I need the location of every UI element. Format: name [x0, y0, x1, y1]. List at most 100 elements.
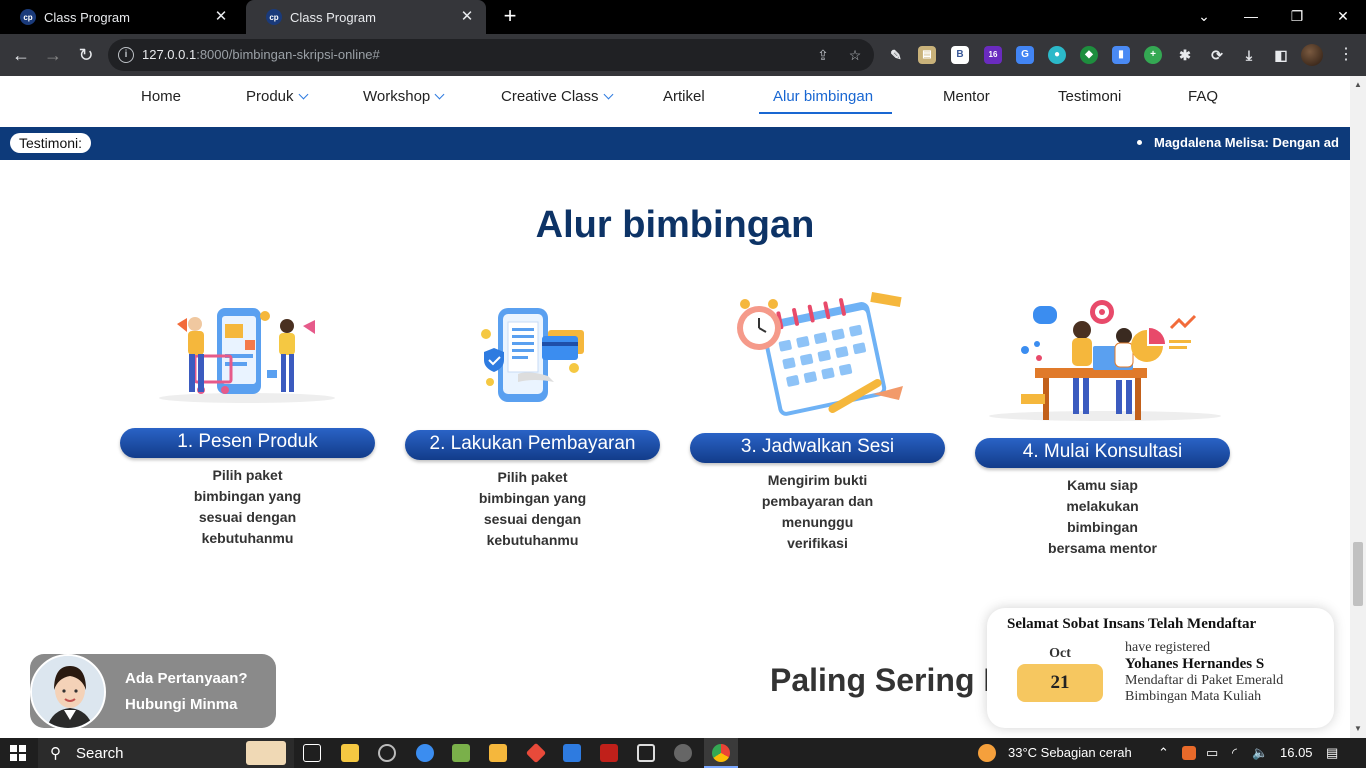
nav-label: Mentor [943, 88, 990, 105]
extensions-puzzle-icon[interactable]: ✱ [1176, 46, 1194, 64]
share-icon[interactable]: ⇪ [814, 46, 832, 64]
clock-time[interactable]: 16.05 [1280, 745, 1313, 760]
calendar-schedule-illustration-icon [737, 291, 903, 416]
nav-alur-bimbingan[interactable]: Alur bimbingan [773, 88, 873, 105]
ticker-label: Testimoni: [10, 133, 92, 153]
b-extension-icon[interactable]: B [951, 46, 969, 64]
page-scrollbar[interactable]: ▲ ▼ [1350, 76, 1366, 738]
badge-extension-icon[interactable]: 16 [984, 46, 1002, 64]
chevron-down-icon [298, 89, 308, 100]
scroll-down-arrow-icon[interactable]: ▼ [1350, 724, 1366, 733]
payment-illustration-icon [481, 308, 584, 402]
app-icon[interactable] [489, 744, 507, 762]
close-tab-icon[interactable]: ✕ [458, 8, 476, 26]
eyedropper-extension-icon[interactable]: ✎ [887, 46, 905, 64]
notification-course: Bimbingan Mata Kuliah [1125, 689, 1262, 704]
tray-overflow-chevron-icon[interactable]: ⌃ [1158, 745, 1169, 761]
nav-testimoni[interactable]: Testimoni [1058, 88, 1121, 105]
weather-icon[interactable] [978, 744, 996, 762]
chevron-down-icon [434, 89, 445, 100]
task-view-icon[interactable] [303, 744, 321, 762]
app-icon[interactable] [378, 744, 396, 762]
browser-tab[interactable]: cp Class Program ✕ [0, 0, 240, 34]
nav-faq[interactable]: FAQ [1188, 88, 1218, 105]
profile-avatar[interactable] [1301, 44, 1323, 66]
nav-label: Workshop [363, 88, 431, 105]
nav-produk[interactable]: Produk [246, 88, 308, 105]
url-host: 127.0.0.1 [142, 47, 197, 62]
chat-extension-icon[interactable]: ● [1048, 46, 1066, 64]
nav-workshop[interactable]: Workshop [363, 88, 445, 105]
side-panel-icon[interactable]: ◧ [1272, 46, 1290, 64]
translate-extension-icon[interactable]: G [1016, 46, 1034, 64]
nav-artikel[interactable]: Artikel [663, 88, 705, 105]
step-desc-line: Kamu siap [1067, 477, 1138, 493]
chat-prompt-line1: Ada Pertanyaan? [125, 670, 248, 687]
shield-extension-icon[interactable]: ◆ [1080, 46, 1098, 64]
contact-chat-widget[interactable]: Ada Pertanyaan? Hubungi Minma [30, 654, 276, 730]
close-window-button[interactable]: ✕ [1320, 0, 1366, 34]
app-icon[interactable] [452, 744, 470, 762]
class-program-favicon-icon: cp [20, 9, 36, 25]
step-2-title: 2. Lakukan Pembayaran [405, 430, 660, 460]
taskbar-search-text: Search [76, 745, 124, 762]
step-desc-line: bimbingan yang [193, 488, 302, 504]
app-icon[interactable] [674, 744, 692, 762]
new-tab-button[interactable]: + [498, 4, 522, 28]
notifications-icon[interactable]: ▤ [1326, 745, 1338, 761]
windows-taskbar: ⚲ Search 33°C Sebagian cerah ⌃ ▭ ◜ 🔈 16.… [0, 738, 1366, 768]
chrome-taskbar-button[interactable] [704, 738, 738, 768]
site-info-icon[interactable]: i [118, 47, 134, 63]
tab-search-chevron-icon[interactable]: ⌄ [1181, 0, 1227, 34]
chrome-icon [712, 744, 730, 762]
scrollbar-thumb[interactable] [1353, 542, 1363, 606]
volume-icon[interactable]: 🔈 [1252, 745, 1268, 761]
scroll-up-arrow-icon[interactable]: ▲ [1350, 80, 1366, 89]
close-tab-icon[interactable]: ✕ [212, 8, 230, 26]
battery-icon[interactable]: ▭ [1206, 745, 1218, 761]
browser-tab-active[interactable]: cp Class Program ✕ [246, 0, 486, 34]
plus-extension-icon[interactable]: + [1144, 46, 1162, 64]
minimize-button[interactable]: — [1228, 0, 1274, 34]
reload-button[interactable]: ↻ [73, 42, 99, 68]
restore-button[interactable]: ❐ [1274, 0, 1320, 34]
wifi-icon[interactable]: ◜ [1232, 745, 1237, 761]
faq-section-title: Paling Sering D [770, 662, 1007, 698]
url-path: :8000/bimbingan-skripsi-online# [196, 47, 380, 62]
nav-creative-class[interactable]: Creative Class [501, 88, 613, 105]
windows-start-icon[interactable] [10, 745, 26, 761]
nav-label: Testimoni [1058, 88, 1122, 105]
address-bar[interactable]: i 127.0.0.1:8000/bimbingan-skripsi-onlin… [108, 39, 874, 71]
ticker-message[interactable]: Magdalena Melisa: Dengan ad [1137, 135, 1339, 150]
step-desc-line: Pilih paket [497, 469, 568, 485]
step-desc-line: pembayaran dan [761, 493, 874, 509]
file-explorer-icon[interactable] [341, 744, 359, 762]
tray-app-icon[interactable] [1182, 746, 1196, 760]
bookmark-star-icon[interactable]: ☆ [846, 46, 864, 64]
taskbar-search[interactable]: ⚲ Search [38, 738, 294, 768]
virtualbox-icon[interactable] [637, 744, 655, 762]
nav-label: FAQ [1188, 88, 1219, 105]
app-icon[interactable] [416, 744, 434, 762]
chat-prompt-line2: Hubungi Minma [125, 696, 238, 713]
nav-mentor[interactable]: Mentor [943, 88, 990, 105]
step-2-description: Pilih paket bimbingan yang sesuai dengan… [405, 467, 660, 551]
extension-badge: 16 [988, 50, 998, 59]
step-desc-line: bersama mentor [1048, 540, 1157, 556]
browser-menu-icon[interactable]: ⋮ [1336, 44, 1356, 64]
sync-extension-icon[interactable]: ⟳ [1208, 46, 1226, 64]
doc-extension-icon[interactable]: ▮ [1112, 46, 1130, 64]
nav-label: Creative Class [501, 88, 599, 105]
assistant-avatar [30, 654, 106, 730]
extension-icon[interactable]: ▤ [918, 46, 936, 64]
step-3-title: 3. Jadwalkan Sesi [690, 433, 945, 463]
forward-button[interactable]: → [40, 42, 66, 68]
back-button[interactable]: ← [8, 42, 34, 68]
weather-status[interactable]: 33°C Sebagian cerah [1008, 745, 1132, 760]
nav-home[interactable]: Home [141, 88, 181, 105]
url-text[interactable]: 127.0.0.1:8000/bimbingan-skripsi-online# [142, 47, 380, 62]
download-icon[interactable]: ⤓ [1240, 46, 1258, 64]
vscode-icon[interactable] [563, 744, 581, 762]
git-icon[interactable] [525, 742, 547, 764]
filezilla-icon[interactable] [600, 744, 618, 762]
